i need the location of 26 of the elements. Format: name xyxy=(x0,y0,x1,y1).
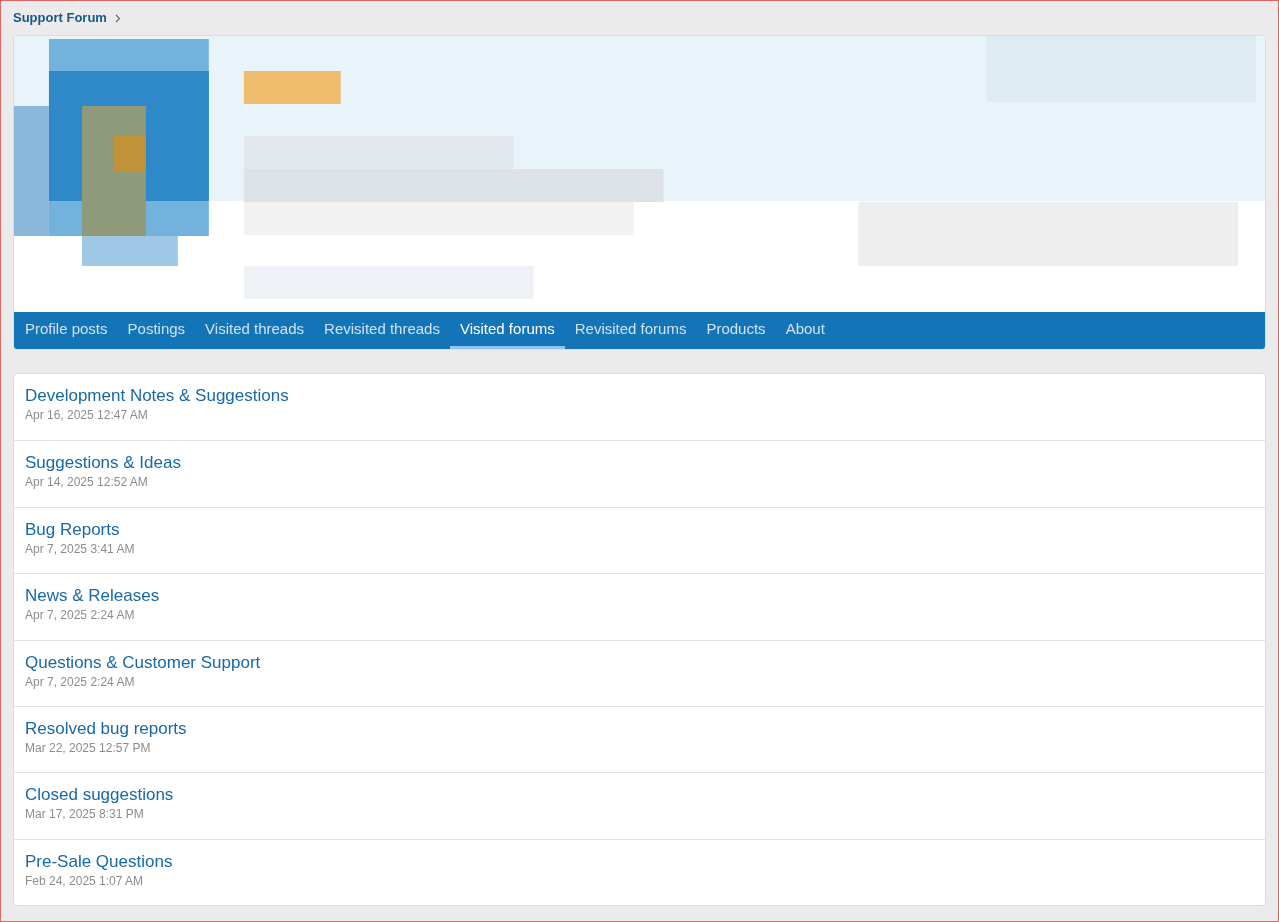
visit-date: Apr 7, 2025 2:24 AM xyxy=(25,673,136,691)
visit-date: Apr 16, 2025 12:47 AM xyxy=(25,407,149,424)
forum-link[interactable]: Pre-Sale Questions xyxy=(25,851,1254,872)
tab[interactable]: About xyxy=(775,312,835,349)
visit-date: Apr 7, 2025 3:41 AM xyxy=(25,540,136,558)
visit-date: Feb 24, 2025 1:07 AM xyxy=(25,872,145,890)
tab[interactable]: Revisited threads xyxy=(314,312,450,349)
forum-link[interactable]: Suggestions & Ideas xyxy=(25,453,1254,474)
forum-link[interactable]: Closed suggestions xyxy=(25,785,1254,806)
forum-link[interactable]: Development Notes & Suggestions xyxy=(25,386,1254,406)
forum-link[interactable]: Bug Reports xyxy=(25,519,1254,540)
visit-date: Apr 14, 2025 12:52 AM xyxy=(25,474,149,492)
tab[interactable]: Visited threads xyxy=(195,312,315,349)
forum-link[interactable]: News & Releases xyxy=(25,586,1254,607)
tab[interactable]: Visited forums xyxy=(449,312,565,349)
tab[interactable]: Profile posts xyxy=(15,312,118,349)
tab[interactable]: Products xyxy=(696,312,776,349)
visit-date: Mar 22, 2025 12:57 PM xyxy=(25,739,152,757)
visit-date: Apr 7, 2025 2:24 AM xyxy=(25,607,136,625)
visit-date: Mar 17, 2025 8:31 PM xyxy=(25,806,145,824)
chevron-right-icon xyxy=(114,13,121,23)
forum-link[interactable]: Questions & Customer Support xyxy=(25,652,1254,673)
tab[interactable]: Postings xyxy=(117,312,196,349)
breadcrumb-link[interactable]: Support Forum xyxy=(13,8,107,28)
tab[interactable]: Revisited forums xyxy=(564,312,697,349)
forum-link[interactable]: Resolved bug reports xyxy=(25,718,1254,739)
